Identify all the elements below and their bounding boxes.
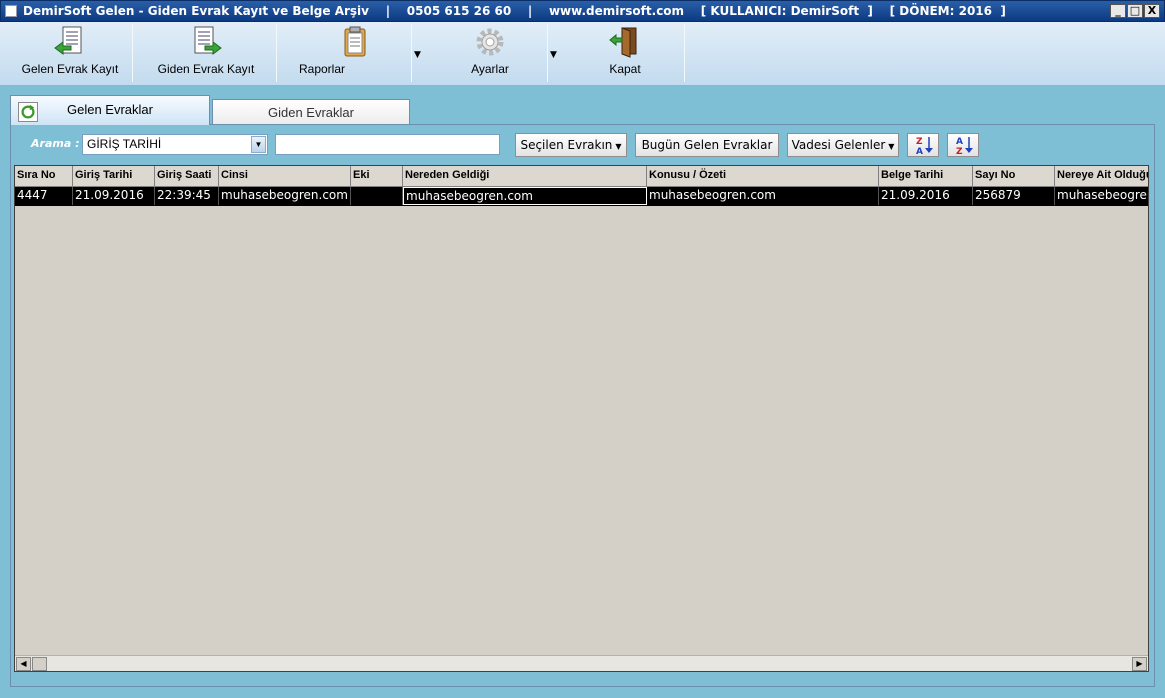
arama-label: Arama : <box>31 137 80 150</box>
sort-descending-button[interactable]: Z A <box>907 133 939 157</box>
table-cell[interactable]: 22:39:45 <box>155 187 219 205</box>
app-icon <box>5 5 17 17</box>
svg-text:A: A <box>916 147 923 156</box>
scroll-right-icon[interactable]: ▶ <box>1132 657 1147 671</box>
ayarlar-dropdown-icon[interactable]: ▼ <box>550 50 557 60</box>
raporlar-button[interactable]: Raporlar <box>290 22 420 84</box>
ayarlar-button[interactable]: Ayarlar <box>430 22 550 84</box>
raporlar-label: Raporlar <box>298 62 346 76</box>
table-cell[interactable]: muhasebeogren.com <box>403 187 647 205</box>
search-field-select[interactable]: GİRİŞ TARİHİ ▼ <box>82 134 268 155</box>
column-header[interactable]: Giriş Tarihi <box>73 166 155 187</box>
toolbar-separator <box>684 24 685 82</box>
table-cell[interactable]: 21.09.2016 <box>879 187 973 205</box>
raporlar-dropdown-icon[interactable]: ▼ <box>414 50 421 60</box>
column-header[interactable]: Konusu / Özeti <box>647 166 879 187</box>
ayarlar-label: Ayarlar <box>471 62 509 76</box>
toolbar-separator <box>276 24 277 82</box>
incoming-document-icon <box>54 26 82 55</box>
table-cell[interactable]: 21.09.2016 <box>73 187 155 205</box>
toolbar-separator <box>411 24 412 82</box>
tab-giden-evraklar[interactable]: Giden Evraklar <box>212 99 410 124</box>
giden-evrak-kayit-button[interactable]: Giden Evrak Kayıt <box>136 22 276 84</box>
column-header[interactable]: Eki <box>351 166 403 187</box>
table-row[interactable]: 4447 21.09.2016 22:39:45 muhasebeogren.c… <box>15 187 1148 206</box>
secilen-evrakin-label: Seçilen Evrakın <box>520 138 613 152</box>
clipboard-icon <box>344 26 366 57</box>
toolbar-separator <box>547 24 548 82</box>
vadesi-gelenler-button[interactable]: Vadesi Gelenler ▼ <box>787 133 899 157</box>
scroll-left-icon[interactable]: ◀ <box>16 657 31 671</box>
column-header[interactable]: Nereden Geldiği <box>403 166 647 187</box>
svg-text:Z: Z <box>956 147 963 156</box>
secilen-evrakin-button[interactable]: Seçilen Evrakın ▼ <box>515 133 627 157</box>
chevron-down-icon[interactable]: ▼ <box>251 136 266 153</box>
close-button[interactable]: X <box>1144 4 1160 18</box>
scroll-thumb[interactable] <box>32 657 47 671</box>
table-cell[interactable]: muhasebeogren.com <box>219 187 351 205</box>
svg-text:A: A <box>956 137 963 147</box>
sort-za-icon: Z A <box>916 137 933 157</box>
gelen-evraklar-panel: Arama : GİRİŞ TARİHİ ▼ Seçilen Evrakın ▼ … <box>10 124 1155 687</box>
gear-icon <box>476 28 504 56</box>
search-input[interactable] <box>275 134 500 155</box>
search-bar: Arama : GİRİŞ TARİHİ ▼ Seçilen Evrakın ▼ … <box>11 125 1156 165</box>
tab-gelen-evraklar[interactable]: Gelen Evraklar <box>10 95 210 125</box>
search-field-value: GİRİŞ TARİHİ <box>87 137 162 151</box>
bugun-gelen-evraklar-button[interactable]: Bugün Gelen Evraklar <box>635 133 779 157</box>
tab-giden-label: Giden Evraklar <box>268 105 354 120</box>
title-bar: DemirSoft Gelen - Giden Evrak Kayıt ve B… <box>0 0 1165 22</box>
tab-gelen-label: Gelen Evraklar <box>67 102 153 117</box>
maximize-button[interactable]: □ <box>1127 4 1143 18</box>
column-header[interactable]: Nereye Ait Olduğu <box>1055 166 1148 187</box>
table-cell[interactable]: muhasebeogren.com <box>1055 187 1148 205</box>
table-cell[interactable]: 256879 <box>973 187 1055 205</box>
table-cell[interactable]: muhasebeogren.com <box>647 187 879 205</box>
column-header[interactable]: Sayı No <box>973 166 1055 187</box>
gelen-evrak-kayit-button[interactable]: Gelen Evrak Kayıt <box>8 22 132 84</box>
table-cell[interactable] <box>351 187 403 205</box>
main-toolbar: Gelen Evrak Kayıt Giden Evrak Kayıt Rapo… <box>0 22 1165 86</box>
window-controls: _ □ X <box>1110 4 1160 18</box>
svg-text:Z: Z <box>916 137 923 147</box>
exit-door-icon <box>609 27 637 58</box>
sort-az-icon: A Z <box>956 137 973 157</box>
bugun-gelen-label: Bugün Gelen Evraklar <box>641 138 773 152</box>
caret-down-icon: ▼ <box>888 142 895 151</box>
column-header[interactable]: Giriş Saati <box>155 166 219 187</box>
column-header[interactable]: Belge Tarihi <box>879 166 973 187</box>
column-header[interactable]: Cinsi <box>219 166 351 187</box>
table-cell[interactable]: 4447 <box>15 187 73 205</box>
vadesi-gelenler-label: Vadesi Gelenler <box>791 138 886 152</box>
gelen-evrak-kayit-label: Gelen Evrak Kayıt <box>21 62 119 76</box>
kapat-label: Kapat <box>609 62 641 76</box>
sort-ascending-button[interactable]: A Z <box>947 133 979 157</box>
kapat-button[interactable]: Kapat <box>566 22 684 84</box>
window-title: DemirSoft Gelen - Giden Evrak Kayıt ve B… <box>23 4 1006 18</box>
horizontal-scrollbar[interactable]: ◀ ▶ <box>15 655 1148 671</box>
minimize-button[interactable]: _ <box>1110 4 1126 18</box>
toolbar-separator <box>132 24 133 82</box>
grid-header: Sıra No Giriş Tarihi Giriş Saati Cinsi E… <box>15 166 1148 187</box>
giden-evrak-kayit-label: Giden Evrak Kayıt <box>157 62 255 76</box>
column-header[interactable]: Sıra No <box>15 166 73 187</box>
outgoing-document-icon <box>194 26 222 55</box>
evrak-grid[interactable]: Sıra No Giriş Tarihi Giriş Saati Cinsi E… <box>14 165 1149 672</box>
caret-down-icon: ▼ <box>615 142 622 151</box>
